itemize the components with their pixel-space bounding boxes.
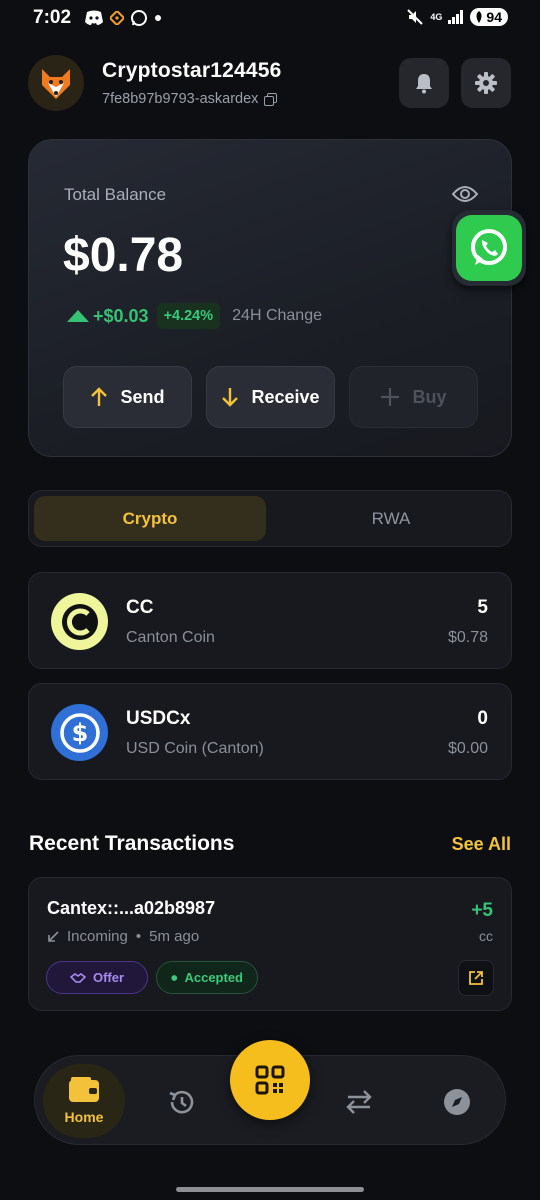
transaction-amount: +5 bbox=[471, 900, 493, 921]
battery-indicator: 94 bbox=[470, 8, 508, 26]
status-time: 7:02 bbox=[33, 7, 72, 28]
bell-icon bbox=[416, 74, 432, 94]
asset-usd-value: $0.78 bbox=[447, 629, 488, 646]
tab-rwa[interactable]: RWA bbox=[275, 496, 507, 541]
nav-history[interactable] bbox=[165, 1086, 197, 1118]
asset-quantity: 5 bbox=[477, 597, 488, 618]
accepted-badge: Accepted bbox=[156, 961, 258, 994]
eye-icon[interactable] bbox=[451, 184, 479, 204]
whatsapp-notification-icon bbox=[131, 10, 147, 26]
total-balance-label: Total Balance bbox=[64, 185, 167, 204]
notifications-button[interactable] bbox=[399, 58, 449, 108]
wallet-address-text: 7fe8b97b9793-askardex bbox=[102, 91, 259, 107]
change-amount: +$0.03 bbox=[67, 306, 149, 327]
send-label: Send bbox=[120, 386, 165, 407]
network-type: 4G bbox=[430, 11, 443, 22]
wallet-address[interactable]: 7fe8b97b9793-askardex bbox=[102, 91, 278, 107]
avatar[interactable] bbox=[28, 55, 84, 111]
signal-icon bbox=[448, 10, 464, 24]
external-link-icon bbox=[469, 971, 483, 985]
balance-change-row: +$0.03 +4.24% 24H Change bbox=[67, 303, 322, 329]
gear-icon bbox=[475, 72, 497, 94]
transaction-unit: cc bbox=[479, 928, 493, 944]
offer-badge-label: Offer bbox=[92, 970, 125, 985]
balance-card: Total Balance $0.78 +$0.03 +4.24% 24H Ch… bbox=[28, 139, 512, 457]
tab-crypto[interactable]: Crypto bbox=[34, 496, 266, 541]
asset-row-cc[interactable]: CC Canton Coin 5 $0.78 bbox=[28, 572, 512, 669]
wallet-header: Cryptostar124456 7fe8b97b9793-askardex bbox=[28, 55, 512, 111]
canton-coin-icon bbox=[51, 593, 108, 650]
swap-arrows-icon bbox=[346, 1090, 372, 1114]
whatsapp-icon bbox=[456, 215, 522, 281]
triangle-up-icon bbox=[67, 310, 89, 322]
battery-leaf-icon bbox=[476, 11, 482, 23]
transaction-row[interactable]: Cantex::...a02b8987 Incoming • 5m ago +5… bbox=[28, 877, 512, 1011]
mute-icon bbox=[407, 9, 424, 25]
transaction-time: 5m ago bbox=[149, 928, 200, 945]
asset-name: USD Coin (Canton) bbox=[126, 740, 264, 757]
nav-swap[interactable] bbox=[343, 1086, 375, 1118]
asset-row-usdcx[interactable]: $ USDCx USD Coin (Canton) 0 $0.00 bbox=[28, 683, 512, 780]
status-bar: 7:02 4G 94 bbox=[0, 0, 540, 36]
recent-transactions-title: Recent Transactions bbox=[29, 832, 235, 855]
home-indicator[interactable] bbox=[176, 1187, 364, 1192]
handshake-icon bbox=[69, 972, 86, 983]
buy-button[interactable]: Buy bbox=[349, 366, 478, 428]
buy-label: Buy bbox=[412, 386, 447, 407]
transaction-meta: Incoming • 5m ago bbox=[47, 928, 199, 945]
asset-quantity: 0 bbox=[477, 708, 488, 729]
accepted-badge-label: Accepted bbox=[184, 970, 243, 985]
wallet-icon bbox=[69, 1077, 99, 1102]
transaction-id: Cantex::...a02b8987 bbox=[47, 898, 216, 918]
send-button[interactable]: Send bbox=[63, 366, 192, 428]
see-all-link[interactable]: See All bbox=[452, 834, 511, 855]
arrow-up-icon bbox=[91, 387, 108, 406]
app-notification-icon bbox=[110, 11, 124, 25]
change-percent-badge: +4.24% bbox=[156, 303, 221, 329]
nav-explore[interactable] bbox=[441, 1086, 473, 1118]
open-external-button[interactable] bbox=[458, 960, 494, 996]
receive-button[interactable]: Receive bbox=[206, 366, 335, 428]
system-icons: 4G 94 bbox=[406, 8, 508, 26]
fox-avatar-icon bbox=[42, 69, 70, 99]
asset-name: Canton Coin bbox=[126, 629, 215, 646]
incoming-arrow-icon bbox=[48, 930, 59, 942]
receive-label: Receive bbox=[251, 386, 320, 407]
asset-symbol: USDCx bbox=[126, 708, 191, 729]
qr-code-icon bbox=[255, 1065, 285, 1095]
nav-home-label: Home bbox=[64, 1109, 104, 1125]
transaction-direction: Incoming bbox=[67, 928, 128, 945]
dot-icon bbox=[155, 15, 161, 21]
scan-qr-button[interactable] bbox=[230, 1040, 310, 1120]
battery-level: 94 bbox=[486, 9, 502, 25]
username: Cryptostar124456 bbox=[102, 59, 282, 82]
usdc-icon: $ bbox=[51, 704, 108, 761]
meta-separator: • bbox=[135, 928, 142, 945]
asset-tabs: Crypto RWA bbox=[28, 490, 512, 547]
asset-usd-value: $0.00 bbox=[447, 740, 488, 757]
total-balance-value: $0.78 bbox=[63, 229, 184, 282]
nav-home[interactable]: Home bbox=[43, 1064, 125, 1138]
discord-icon bbox=[85, 10, 103, 25]
settings-button[interactable] bbox=[461, 58, 511, 108]
svg-text:$: $ bbox=[71, 719, 88, 747]
offer-badge: Offer bbox=[46, 961, 148, 994]
whatsapp-chat-head[interactable] bbox=[452, 210, 526, 286]
copy-icon[interactable] bbox=[264, 92, 278, 106]
change-amount-text: +$0.03 bbox=[93, 305, 149, 326]
compass-icon bbox=[444, 1089, 470, 1115]
history-icon bbox=[169, 1090, 194, 1114]
asset-symbol: CC bbox=[126, 597, 154, 618]
arrow-down-icon bbox=[222, 388, 239, 407]
change-label: 24H Change bbox=[232, 307, 322, 324]
notification-icons bbox=[84, 9, 162, 27]
plus-icon bbox=[381, 388, 400, 406]
status-dot-icon bbox=[171, 974, 178, 981]
